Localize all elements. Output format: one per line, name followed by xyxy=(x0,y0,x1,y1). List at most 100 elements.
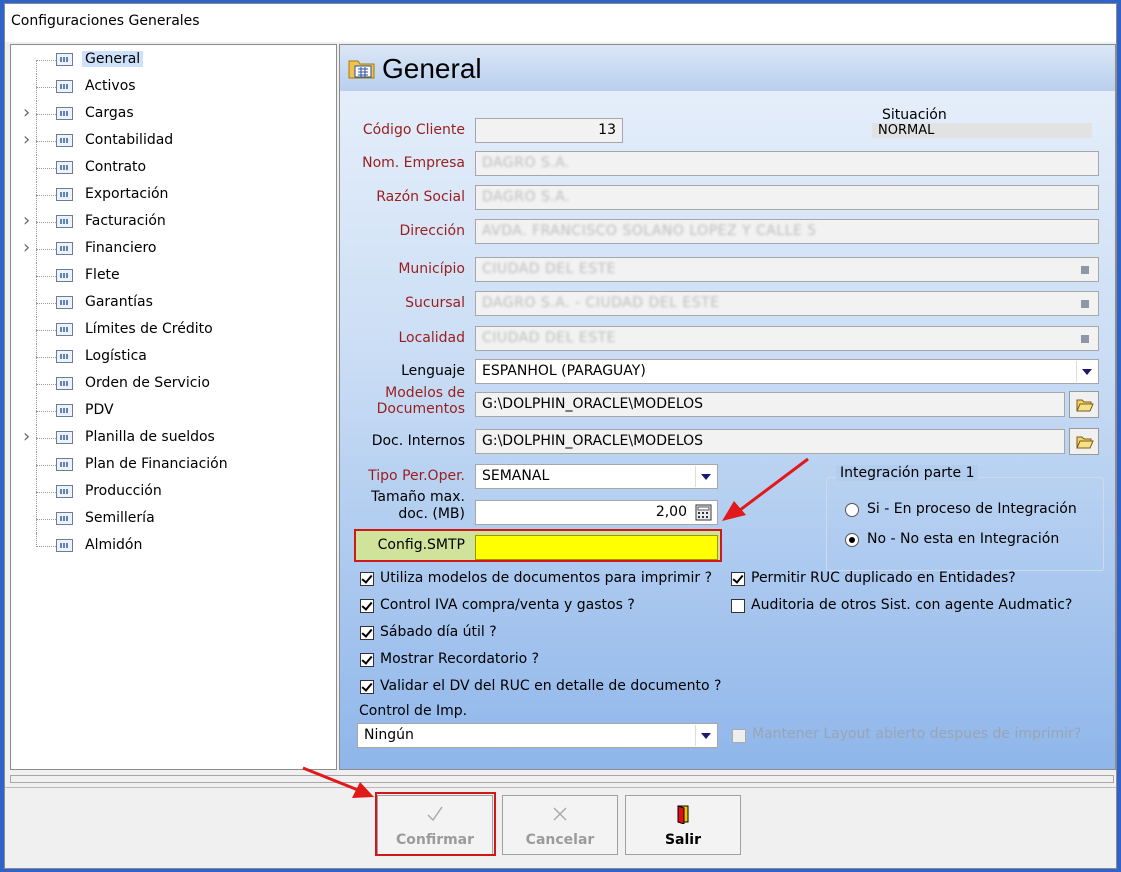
tree-item[interactable]: Flete xyxy=(11,263,331,290)
localidad-lookup-icon[interactable] xyxy=(1076,330,1094,348)
localidad-label: Localidad xyxy=(398,330,465,346)
tree-connector xyxy=(36,411,56,412)
codigo-cliente-label: Código Cliente xyxy=(362,122,465,138)
codigo-cliente-field[interactable]: 13 xyxy=(475,118,623,143)
tree-connector xyxy=(36,168,56,169)
sucursal-lookup-icon[interactable] xyxy=(1076,295,1094,313)
config-tree[interactable]: General Activos › Cargas › Contabilidad Contra… xyxy=(10,44,337,770)
tamano-field[interactable]: 2,00 xyxy=(475,500,718,525)
tree-item[interactable]: Contrato xyxy=(11,155,331,182)
tree-item-label: Planilla de sueldos xyxy=(85,429,215,445)
chk-recordatorio[interactable] xyxy=(360,653,374,667)
lenguaje-select[interactable]: ESPANHOL (PARAGUAY) xyxy=(475,359,1099,384)
grid-icon xyxy=(56,485,73,498)
tree-item[interactable]: › Planilla de sueldos xyxy=(11,425,331,452)
chevron-down-icon[interactable] xyxy=(1076,361,1097,382)
tree-item[interactable]: › Financiero xyxy=(11,236,331,263)
tree-item[interactable]: Plan de Financiación xyxy=(11,452,331,479)
panel-header: General xyxy=(340,45,1115,91)
control-imp-value: Ningún xyxy=(364,727,414,743)
cancelar-label: Cancelar xyxy=(525,832,595,848)
chk-mantener-layout[interactable] xyxy=(732,729,746,743)
open-folder-icon xyxy=(1076,436,1094,449)
control-imp-label: Control de Imp. xyxy=(359,703,468,719)
sucursal-label: Sucursal xyxy=(405,295,465,311)
tree-item[interactable]: › Contabilidad xyxy=(11,128,331,155)
tree-connector xyxy=(36,357,56,358)
general-panel: General Código Cliente 13 Situación NORM… xyxy=(339,44,1116,770)
tree-item-label: Cargas xyxy=(85,105,134,121)
grid-icon xyxy=(56,53,73,66)
tree-connector xyxy=(36,533,37,547)
tree-item[interactable]: Producción xyxy=(11,479,331,506)
chevron-right-icon[interactable]: › xyxy=(23,102,30,123)
tree-item-label: Contabilidad xyxy=(85,132,174,148)
chevron-right-icon[interactable]: › xyxy=(23,237,30,258)
tree-item[interactable]: General xyxy=(11,47,331,74)
chevron-down-icon[interactable] xyxy=(695,725,716,746)
tree-connector xyxy=(36,60,37,74)
integracion-no-radio[interactable] xyxy=(845,533,859,547)
integracion-title: Integración parte 1 xyxy=(836,465,979,481)
lenguaje-value: ESPANHOL (PARAGUAY) xyxy=(482,363,646,379)
tree-item[interactable]: Orden de Servicio xyxy=(11,371,331,398)
grid-icon xyxy=(56,539,73,552)
salir-button[interactable]: Salir xyxy=(625,795,741,855)
exit-door-icon xyxy=(677,805,689,824)
integracion-group xyxy=(826,477,1104,571)
chk-sabado[interactable] xyxy=(360,626,374,640)
cancelar-button[interactable]: Cancelar xyxy=(502,795,618,855)
razon-social-field[interactable]: DAGRO S.A. xyxy=(475,185,1099,210)
sucursal-field[interactable]: DAGRO S.A. - CIUDAD DEL ESTE xyxy=(475,291,1099,316)
modelos-label: Modelos de Documentos xyxy=(377,385,465,417)
tipo-per-value: SEMANAL xyxy=(482,468,550,484)
tipo-per-select[interactable]: SEMANAL xyxy=(475,464,718,489)
modelos-browse-button[interactable] xyxy=(1069,391,1099,418)
doc-internos-field[interactable]: G:\DOLPHIN_ORACLE\MODELOS xyxy=(475,429,1065,454)
tree-item[interactable]: Garantías xyxy=(11,290,331,317)
chk-utiliza-modelos[interactable] xyxy=(360,572,374,586)
folder-grid-icon xyxy=(348,60,375,79)
tree-item-label: Logística xyxy=(85,348,147,364)
tree-connector xyxy=(36,303,56,304)
doc-internos-browse-button[interactable] xyxy=(1069,428,1099,455)
tree-connector xyxy=(36,438,56,439)
tree-item[interactable]: Límites de Crédito xyxy=(11,317,331,344)
tree-item[interactable]: Exportación xyxy=(11,182,331,209)
tree-item-label: Producción xyxy=(85,483,162,499)
tree-item[interactable]: › Facturación xyxy=(11,209,331,236)
chk-validar-dv-label: Validar el DV del RUC en detalle de docu… xyxy=(380,678,722,694)
nom-empresa-value: DAGRO S.A. xyxy=(482,155,571,171)
tree-item[interactable]: Logística xyxy=(11,344,331,371)
nom-empresa-field[interactable]: DAGRO S.A. xyxy=(475,151,1099,176)
localidad-field[interactable]: CIUDAD DEL ESTE xyxy=(475,326,1099,351)
tree-item[interactable]: PDV xyxy=(11,398,331,425)
tree-item[interactable]: Almidón xyxy=(11,533,331,560)
tree-connector xyxy=(36,546,56,547)
chevron-right-icon[interactable]: › xyxy=(23,210,30,231)
integracion-si-radio[interactable] xyxy=(845,503,859,517)
chk-auditoria[interactable] xyxy=(731,599,745,613)
modelos-field[interactable]: G:\DOLPHIN_ORACLE\MODELOS xyxy=(475,392,1065,417)
tree-item[interactable]: Semillería xyxy=(11,506,331,533)
municipio-field[interactable]: CIUDAD DEL ESTE xyxy=(475,257,1099,282)
chevron-down-icon[interactable] xyxy=(695,466,716,487)
grid-icon xyxy=(56,431,73,444)
calculator-icon[interactable] xyxy=(695,504,712,521)
chk-permitir-ruc[interactable] xyxy=(731,572,745,586)
direccion-field[interactable]: AVDA. FRANCISCO SOLANO LOPEZ Y CALLE 5 xyxy=(475,219,1099,244)
chevron-right-icon[interactable]: › xyxy=(23,426,30,447)
tree-connector xyxy=(36,276,56,277)
tree-connector xyxy=(36,384,56,385)
tree-item[interactable]: Activos xyxy=(11,74,331,101)
tree-item-label: Facturación xyxy=(85,213,166,229)
localidad-value: CIUDAD DEL ESTE xyxy=(482,330,616,346)
chk-validar-dv[interactable] xyxy=(360,680,374,694)
chk-control-iva[interactable] xyxy=(360,599,374,613)
tree-item[interactable]: › Cargas xyxy=(11,101,331,128)
tree-item-label: Financiero xyxy=(85,240,157,256)
chk-utiliza-modelos-label: Utiliza modelos de documentos para impri… xyxy=(380,570,713,586)
chevron-right-icon[interactable]: › xyxy=(23,129,30,150)
control-imp-select[interactable]: Ningún xyxy=(357,723,718,748)
municipio-lookup-icon[interactable] xyxy=(1076,261,1094,279)
